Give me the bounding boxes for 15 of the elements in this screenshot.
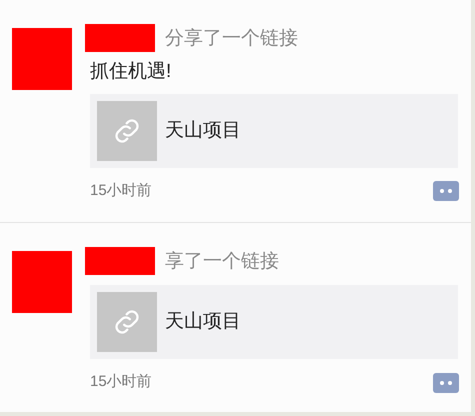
- name-redaction: [85, 24, 155, 52]
- avatar-redaction: [12, 251, 72, 314]
- share-action-text: 分享了一个链接: [165, 28, 298, 48]
- comment-icon[interactable]: [433, 181, 459, 201]
- name-redaction: [85, 247, 155, 276]
- link-card[interactable]: 天山项目: [90, 285, 458, 360]
- comment-icon[interactable]: [433, 372, 459, 392]
- post-text: 抓住机遇!: [90, 60, 172, 84]
- share-action-text: 享了一个链接: [165, 252, 279, 271]
- link-card[interactable]: 天山项目: [90, 94, 458, 168]
- link-title: 天山项目: [165, 118, 241, 142]
- link-title: 天山项目: [165, 310, 241, 334]
- post-time: 15小时前: [90, 180, 152, 201]
- avatar-redaction: [12, 28, 72, 90]
- post-time: 15小时前: [90, 372, 152, 392]
